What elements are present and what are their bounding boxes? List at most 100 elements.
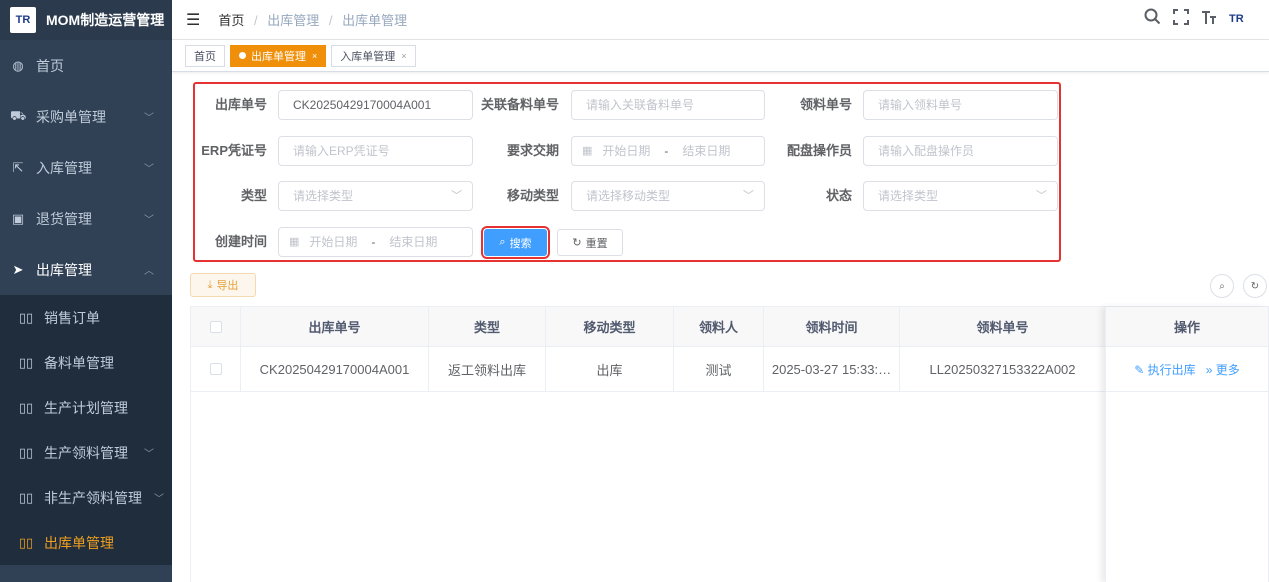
book-icon: ▯▯ xyxy=(18,309,34,325)
reset-button[interactable]: ↻ 重置 xyxy=(557,229,623,256)
sidebar-item-home[interactable]: ◍ 首页 xyxy=(0,40,172,91)
operator-input[interactable]: 请输入配盘操作员 xyxy=(863,136,1058,166)
status-placeholder: 请选择类型 xyxy=(878,189,939,203)
create-time-label: 创建时间 xyxy=(214,234,267,249)
end-date-placeholder: 结束日期 xyxy=(389,235,438,249)
sidebar-item-plan[interactable]: ▯▯ 生产计划管理 xyxy=(0,385,172,430)
execute-outbound-link[interactable]: ✎ 执行出库 xyxy=(1134,361,1195,378)
active-dot-icon xyxy=(239,52,246,59)
edit-icon: ✎ xyxy=(1134,362,1145,377)
sidebar-item-label: 生产计划管理 xyxy=(44,399,128,416)
tag-label: 入库单管理 xyxy=(340,50,396,63)
req-date-range[interactable]: ▦ 开始日期 - 结束日期 xyxy=(571,136,765,166)
hamburger-icon[interactable]: ☰ xyxy=(186,10,200,30)
refresh-icon: ↻ xyxy=(1250,280,1260,292)
sidebar-item-outbound-order[interactable]: ▯▯ 出库单管理 xyxy=(0,520,172,565)
sidebar-item-label: 首页 xyxy=(36,57,64,74)
external-link-icon: ⇱ xyxy=(12,159,24,175)
search-form: 出库单号 CK20250429170004A001 关联备料单号 请输入关联备料… xyxy=(193,82,1061,262)
calendar-icon: ▦ xyxy=(289,236,300,248)
related-prep-input[interactable]: 请输入关联备料单号 xyxy=(571,90,765,120)
sidebar-item-label: 出库管理 xyxy=(36,261,92,278)
close-icon[interactable]: × xyxy=(401,51,406,61)
sidebar-item-sales-order[interactable]: ▯▯ 销售订单 xyxy=(0,295,172,340)
book-icon: ▯▯ xyxy=(18,399,34,415)
more-link[interactable]: » 更多 xyxy=(1206,361,1240,378)
sidebar-item-prod-pick[interactable]: ▯▯ 生产领料管理 ﹀ xyxy=(0,430,172,475)
sidebar-item-prep[interactable]: ▯▯ 备料单管理 xyxy=(0,340,172,385)
start-date-placeholder: 开始日期 xyxy=(309,235,358,249)
pick-no-input[interactable]: 请输入领料单号 xyxy=(863,90,1058,120)
select-all-checkbox[interactable] xyxy=(209,320,222,333)
refresh-button[interactable]: ↻ xyxy=(1243,274,1267,298)
tag-home[interactable]: 首页 xyxy=(185,44,225,67)
status-label: 状态 xyxy=(825,188,852,203)
sidebar-item-nonprod-pick[interactable]: ▯▯ 非生产领料管理 ﹀ xyxy=(0,475,172,520)
create-time-range[interactable]: ▦ 开始日期 - 结束日期 xyxy=(278,227,473,257)
book-icon: ▯▯ xyxy=(18,534,34,550)
sidebar-item-return[interactable]: ▣ 退货管理 ﹀ xyxy=(0,193,172,244)
app-title: MOM制造运营管理 xyxy=(46,12,165,28)
sidebar-item-outbound[interactable]: ➤ 出库管理 ︿ xyxy=(0,244,172,295)
more-label: 更多 xyxy=(1215,362,1240,377)
start-date-placeholder: 开始日期 xyxy=(602,144,651,158)
toggle-search-button[interactable]: ⌕ xyxy=(1210,274,1234,298)
return-icon: ▣ xyxy=(11,210,25,226)
range-separator: - xyxy=(371,235,376,249)
breadcrumb-separator: / xyxy=(253,13,258,28)
search-icon[interactable] xyxy=(1144,8,1161,30)
sidebar-submenu: ▯▯ 销售订单 ▯▯ 备料单管理 ▯▯ 生产计划管理 ▯▯ 生产领料管理 ﹀ ▯… xyxy=(0,295,172,565)
sidebar: TR MOM制造运营管理 ◍ 首页 ⛟ 采购单管理 ﹀ ⇱ 入库管理 ﹀ ▣ 退… xyxy=(0,0,172,582)
close-icon[interactable]: × xyxy=(312,51,317,61)
chevron-down-icon: ﹀ xyxy=(144,449,154,460)
export-button[interactable]: ⤓ 导出 xyxy=(190,273,256,297)
sidebar-item-label: 采购单管理 xyxy=(36,108,106,125)
cell-move-type: 出库 xyxy=(546,347,674,391)
sidebar-item-purchase[interactable]: ⛟ 采购单管理 ﹀ xyxy=(0,91,172,142)
search-icon: ⌕ xyxy=(499,236,506,248)
search-button[interactable]: ⌕ 搜索 xyxy=(481,226,550,259)
move-type-select[interactable]: 请选择移动类型 ﹀ xyxy=(571,181,765,211)
top-navbar: ☰ 首页 / 出库管理 / 出库单管理 TR xyxy=(172,0,1269,40)
select-all-cell xyxy=(191,307,241,346)
chevron-down-icon: ﹀ xyxy=(1036,190,1047,202)
range-separator: - xyxy=(664,144,669,158)
book-icon: ▯▯ xyxy=(18,354,34,370)
row-checkbox[interactable] xyxy=(209,363,222,375)
breadcrumb-home[interactable]: 首页 xyxy=(218,13,244,28)
top-right-tools: TR xyxy=(1144,8,1261,30)
sidebar-item-label: 销售订单 xyxy=(44,309,100,326)
chevron-up-icon: ︿ xyxy=(144,266,154,277)
pick-no-label: 领料单号 xyxy=(799,97,852,112)
erp-input[interactable]: 请输入ERP凭证号 xyxy=(278,136,473,166)
sidebar-item-label: 非生产领料管理 xyxy=(44,489,142,506)
row-select-cell xyxy=(191,347,241,391)
send-icon: ➤ xyxy=(12,261,24,277)
breadcrumb-level2: 出库单管理 xyxy=(342,13,408,28)
search-button-label: 搜索 xyxy=(509,237,532,250)
col-header: 出库单号 xyxy=(241,307,429,346)
sidebar-item-label: 出库单管理 xyxy=(44,534,114,551)
outbound-no-input[interactable]: CK20250429170004A001 xyxy=(278,90,473,120)
dashboard-icon: ◍ xyxy=(12,57,24,73)
fullscreen-icon[interactable] xyxy=(1173,8,1189,30)
logo-area[interactable]: TR MOM制造运营管理 xyxy=(0,0,172,40)
type-select[interactable]: 请选择类型 ﹀ xyxy=(278,181,473,211)
chevron-down-icon: ﹀ xyxy=(743,190,754,202)
calendar-icon: ▦ xyxy=(582,145,593,157)
font-size-icon[interactable] xyxy=(1201,9,1217,30)
move-type-label: 移动类型 xyxy=(506,188,559,203)
status-select[interactable]: 请选择类型 ﹀ xyxy=(863,181,1058,211)
req-date-label: 要求交期 xyxy=(506,143,559,158)
avatar[interactable]: TR xyxy=(1229,9,1261,29)
fixed-action-column: 操作 ✎ 执行出库 » 更多 xyxy=(1105,307,1268,582)
chevron-down-icon: ﹀ xyxy=(144,215,154,226)
cell-outbound-no: CK20250429170004A001 xyxy=(241,347,429,391)
outbound-no-label: 出库单号 xyxy=(214,97,267,112)
outbound-table: 出库单号 类型 移动类型 领料人 领料时间 领料单号 CK20250429170… xyxy=(190,306,1269,582)
tag-inbound-order[interactable]: 入库单管理 × xyxy=(331,44,416,67)
book-icon: ▯▯ xyxy=(18,444,34,460)
sidebar-item-inbound[interactable]: ⇱ 入库管理 ﹀ xyxy=(0,142,172,193)
reset-button-label: 重置 xyxy=(585,237,608,250)
tag-outbound-order[interactable]: 出库单管理 × xyxy=(230,44,327,67)
